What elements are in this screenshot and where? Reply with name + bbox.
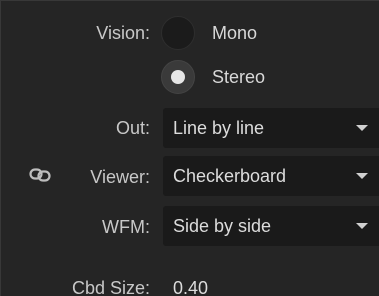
radio-stereo[interactable]: Stereo (161, 59, 265, 95)
viewer-dropdown[interactable]: Checkerboard (163, 156, 379, 196)
radio-label-mono: Mono (212, 22, 258, 43)
cbd-size-value[interactable]: 0.40 (173, 277, 208, 296)
out-dropdown[interactable]: Line by line (163, 108, 379, 148)
out-dropdown-value: Line by line (173, 117, 265, 138)
stereo-settings-panel: Vision: Mono Stereo Out: Line by line Vi… (0, 0, 379, 296)
radio-label-stereo: Stereo (212, 66, 266, 87)
chevron-down-icon (356, 173, 368, 179)
vision-label: Vision: (96, 23, 150, 43)
chevron-down-icon (356, 125, 368, 131)
link-icon[interactable] (29, 168, 51, 182)
chevron-down-icon (356, 223, 368, 229)
radio-selected-dot (171, 70, 185, 84)
out-label: Out: (115, 118, 150, 138)
radio-button-stereo[interactable] (161, 60, 195, 94)
viewer-label: Viewer: (90, 167, 150, 187)
cbd-size-label: Cbd Size: (71, 278, 150, 296)
viewer-dropdown-value: Checkerboard (173, 165, 287, 186)
wfm-dropdown[interactable]: Side by side (163, 206, 379, 246)
radio-button-mono[interactable] (161, 16, 195, 50)
radio-mono[interactable]: Mono (161, 15, 257, 51)
wfm-dropdown-value: Side by side (173, 215, 272, 236)
wfm-label: WFM: (102, 217, 150, 237)
